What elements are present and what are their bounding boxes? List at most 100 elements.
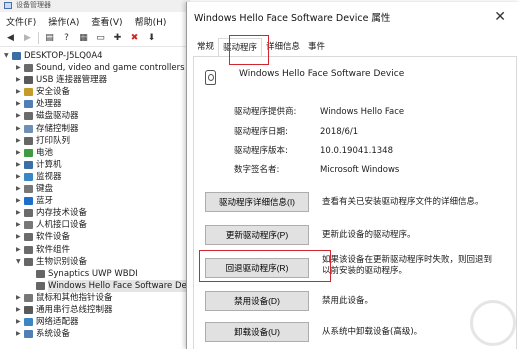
toolbar: ◀ ▶ ▤ ? ▦ ▭ ✚ ✖ ⬇: [0, 30, 190, 47]
remove-icon[interactable]: ✖: [128, 32, 141, 45]
menu-action[interactable]: 操作(A): [48, 15, 79, 28]
tree-item[interactable]: ▼ DESKTOP-J5LQ0A4: [0, 50, 200, 62]
computer-icon: [12, 52, 21, 60]
info-key: 驱动程序提供商:: [234, 107, 297, 117]
tree-item[interactable]: ▶ USB 连接器管理器: [0, 74, 200, 86]
menu-file[interactable]: 文件(F): [6, 15, 36, 28]
help-icon[interactable]: ?: [60, 32, 73, 45]
tree-item[interactable]: ▼ 生物识别设备: [0, 256, 200, 268]
tree-item[interactable]: ▶ 处理器: [0, 98, 200, 110]
tree-item[interactable]: ▶ 通用串行总线控制器: [0, 304, 200, 316]
expand-arrow-icon[interactable]: ▶: [16, 195, 21, 207]
expand-arrow-icon[interactable]: ▶: [16, 159, 21, 171]
tab-events[interactable]: 事件: [304, 38, 329, 56]
info-key: 驱动程序版本:: [234, 146, 288, 156]
disk-icon: [24, 112, 33, 121]
back-icon[interactable]: ◀: [4, 32, 17, 45]
info-key: 驱动程序日期:: [234, 127, 288, 137]
info-row-provider: 驱动程序提供商: Windows Hello Face: [234, 105, 404, 117]
expand-arrow-icon[interactable]: ▶: [16, 292, 21, 304]
tree-item-label: 鼠标和其他指针设备: [36, 292, 113, 303]
disable-device-button[interactable]: 禁用设备(D): [205, 291, 309, 311]
tree-item-label: 电池: [36, 147, 54, 158]
desc-line: 如果该设备在更新驱动程序时失败，则回退到: [322, 255, 493, 265]
expand-arrow-icon[interactable]: ▶: [16, 328, 21, 340]
info-row-date: 驱动程序日期: 2018/6/1: [234, 125, 358, 137]
forward-icon[interactable]: ▶: [21, 32, 34, 45]
info-row-version: 驱动程序版本: 10.0.19041.1348: [234, 144, 393, 156]
expand-arrow-icon[interactable]: ▶: [16, 219, 21, 231]
tree-item[interactable]: ▶ 内存技术设备: [0, 207, 200, 219]
tree-item-label: 生物识别设备: [36, 256, 88, 267]
tree-item[interactable]: ▶ 监视器: [0, 171, 200, 183]
tree-item[interactable]: ▶ 电池: [0, 147, 200, 159]
expand-arrow-icon[interactable]: ▶: [16, 74, 21, 86]
tree-item[interactable]: ▶ 蓝牙: [0, 195, 200, 207]
dialog-title: Windows Hello Face Software Device 属性: [194, 13, 391, 24]
monitor-icon[interactable]: ▭: [94, 32, 107, 45]
tree-item[interactable]: ▶ Sound, video and game controllers: [0, 62, 200, 74]
expand-arrow-icon[interactable]: ▶: [16, 110, 21, 122]
tree-item[interactable]: ▶ 系统设备: [0, 328, 200, 340]
tree-item[interactable]: ▶ 键盘: [0, 183, 200, 195]
info-value: 10.0.19041.1348: [320, 146, 394, 156]
collapse-arrow-icon[interactable]: ▼: [16, 256, 21, 268]
close-icon[interactable]: ✕: [494, 10, 506, 24]
update-driver-icon[interactable]: ▦: [77, 32, 90, 45]
uninstall-device-button[interactable]: 卸载设备(U): [205, 322, 309, 342]
expand-arrow-icon[interactable]: ▶: [16, 171, 21, 183]
info-value: Microsoft Windows: [320, 165, 400, 175]
tree-item-label: DESKTOP-J5LQ0A4: [24, 51, 103, 61]
info-key: 数字签名者:: [234, 165, 280, 175]
expand-arrow-icon[interactable]: ▶: [16, 316, 21, 328]
expand-arrow-icon[interactable]: ▶: [16, 86, 21, 98]
driver-details-desc: 查看有关已安装驱动程序文件的详细信息。: [322, 197, 484, 208]
update-driver-button[interactable]: 更新驱动程序(P): [205, 225, 309, 245]
expand-arrow-icon[interactable]: ▶: [16, 231, 21, 243]
tree-item[interactable]: ▶ 存储控制器: [0, 123, 200, 135]
battery-icon: [24, 148, 33, 157]
tree-item[interactable]: ▶ 人机接口设备: [0, 219, 200, 231]
expand-arrow-icon[interactable]: ▶: [16, 135, 21, 147]
download-icon[interactable]: ⬇: [145, 32, 158, 45]
tree-item[interactable]: ▶ 网络适配器: [0, 316, 200, 328]
menu-view[interactable]: 查看(V): [91, 15, 122, 28]
expand-arrow-icon[interactable]: ▶: [16, 123, 21, 135]
device-manager-titlebar: 设备管理器: [0, 0, 190, 12]
desc-line: 查看有关已安装驱动程序文件的详细信息。: [322, 197, 484, 207]
expand-arrow-icon[interactable]: ▶: [16, 98, 21, 110]
collapse-arrow-icon[interactable]: ▼: [4, 50, 9, 62]
properties-icon[interactable]: ▤: [43, 32, 56, 45]
roll-back-driver-desc: 如果该设备在更新驱动程序时失败，则回退到 以前安装的驱动程序。: [322, 255, 492, 277]
menu-help[interactable]: 帮助(H): [135, 15, 167, 28]
tree-item[interactable]: Windows Hello Face Software Device: [0, 279, 205, 292]
tree-item[interactable]: ▶ 安全设备: [0, 86, 200, 98]
info-row-signer: 数字签名者: Microsoft Windows: [234, 163, 399, 175]
tree-item[interactable]: Synaptics UWP WBDI: [0, 268, 200, 280]
tree-item-label: 系统设备: [36, 329, 71, 340]
tree-item-label: Windows Hello Face Software Device: [48, 279, 205, 292]
biometric-icon: [24, 257, 33, 266]
tree-item[interactable]: ▶ 软件组件: [0, 244, 200, 256]
tree-item[interactable]: ▶ 计算机: [0, 159, 200, 171]
expand-arrow-icon[interactable]: ▶: [16, 183, 21, 195]
tab-general[interactable]: 常规: [193, 38, 218, 56]
software-device-icon: [24, 233, 33, 242]
tree-item[interactable]: ▶ 打印队列: [0, 135, 200, 147]
tree-item-label: 安全设备: [36, 87, 71, 98]
expand-arrow-icon[interactable]: ▶: [16, 244, 21, 256]
expand-arrow-icon[interactable]: ▶: [16, 207, 21, 219]
expand-arrow-icon[interactable]: ▶: [16, 62, 21, 74]
tree-item-label: 监视器: [36, 171, 62, 182]
expand-arrow-icon[interactable]: ▶: [16, 304, 21, 316]
tree-item[interactable]: ▶ 软件设备: [0, 231, 200, 243]
add-icon[interactable]: ✚: [111, 32, 124, 45]
info-value: 2018/6/1: [320, 127, 359, 137]
tree-item[interactable]: ▶ 磁盘驱动器: [0, 110, 200, 122]
tree-item-label: 处理器: [36, 99, 62, 110]
expand-arrow-icon[interactable]: ▶: [16, 147, 21, 159]
tree-item[interactable]: ▶ 鼠标和其他指针设备: [0, 292, 200, 304]
driver-details-button[interactable]: 驱动程序详细信息(I): [205, 192, 309, 212]
keyboard-icon: [24, 185, 33, 194]
component-icon: [24, 245, 33, 254]
